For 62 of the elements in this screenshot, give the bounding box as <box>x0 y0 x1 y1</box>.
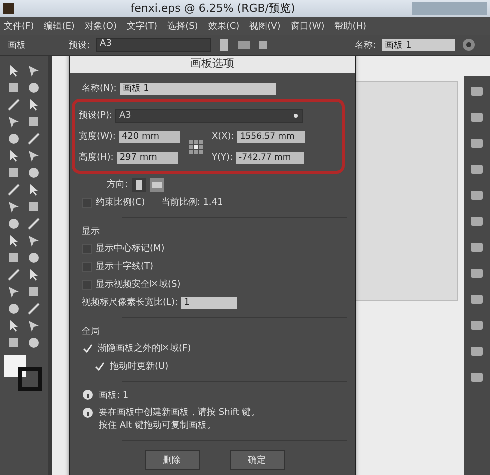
checkbox-label: 渐隐画板之外的区域(F) <box>98 342 192 355</box>
menu-item[interactable]: 视图(V) <box>250 20 281 32</box>
input-field[interactable]: 1556.57 mm <box>237 130 306 142</box>
landscape-icon[interactable] <box>150 178 164 192</box>
hint-text: 按住 Alt 键拖动可复制画板。 <box>99 420 217 433</box>
info-icon <box>82 407 94 419</box>
pixel-ratio-label: 视频标尺像素长宽比(L): <box>82 296 178 309</box>
y-label: Y(Y): <box>212 152 234 162</box>
name-label: 名称(N): <box>82 82 117 95</box>
caret-icon <box>293 112 300 118</box>
input-field[interactable]: 画板 1 <box>120 82 276 94</box>
tool-icon[interactable] <box>6 182 22 198</box>
menu-item[interactable]: 效果(C) <box>208 20 240 32</box>
height-label: 高度(H): <box>79 152 114 164</box>
orientation-label: 方向: <box>107 178 128 191</box>
tool-icon[interactable] <box>26 216 42 232</box>
menu-item[interactable]: 帮助(H) <box>334 20 367 32</box>
tool-icon[interactable] <box>6 96 22 112</box>
stroke-swatch[interactable] <box>18 367 42 391</box>
artboard-count: 画板: 1 <box>99 390 129 402</box>
dialog-button[interactable]: 删除 <box>144 450 200 470</box>
menu-item[interactable]: 选择(S) <box>168 20 198 32</box>
landscape-icon[interactable] <box>237 38 252 52</box>
checkbox-label: 约束比例(C) <box>96 196 146 209</box>
info-icon <box>82 389 94 401</box>
mode-label: 画板 <box>8 40 27 52</box>
dialog-title: 画板选项 <box>70 56 355 73</box>
section-heading: 全局 <box>82 326 101 338</box>
reference-point-icon[interactable] <box>188 139 204 155</box>
checkbox-label: 显示中心标记(M) <box>96 242 165 255</box>
menu-item[interactable]: 编辑(E) <box>44 20 75 32</box>
ratio-label: 当前比例: 1.41 <box>161 196 224 209</box>
menu-item[interactable]: 文字(T) <box>127 20 158 32</box>
hint-text: 要在画板中创建新画板，请按 Shift 键。 <box>99 407 260 420</box>
menu-item[interactable]: 对象(O) <box>84 20 118 32</box>
checkbox-label: 拖动时更新(U) <box>110 360 169 373</box>
window-title: fenxi.eps @ 6.25% (RGB/预览) <box>130 1 296 16</box>
menu-item[interactable]: 文件(F) <box>4 20 34 32</box>
width-label: 宽度(W): <box>79 130 116 143</box>
tool-icon[interactable] <box>26 300 42 316</box>
input-field[interactable]: -742.77 mm <box>236 152 304 164</box>
input-field[interactable]: 297 mm <box>116 152 178 164</box>
dialog-button[interactable]: 确定 <box>230 450 284 470</box>
options-icon[interactable] <box>461 37 478 53</box>
name-field[interactable]: 画板 1 <box>382 39 456 51</box>
input-field[interactable]: 420 mm <box>118 130 180 142</box>
preset-dropdown[interactable]: A3 <box>96 38 212 52</box>
page-icon[interactable] <box>257 38 270 52</box>
preset-dropdown[interactable]: A3 <box>115 108 304 122</box>
name-label: 名称: <box>355 40 376 52</box>
preset-label: 预设(P): <box>79 110 112 122</box>
app-logo-icon <box>3 3 14 14</box>
checkbox-label: 显示视频安全区域(S) <box>96 278 181 291</box>
tool-icon[interactable] <box>6 266 22 282</box>
x-label: X(X): <box>212 132 234 142</box>
preset-label: 预设: <box>69 40 90 52</box>
input-field[interactable]: 1 <box>181 296 238 308</box>
portrait-icon[interactable] <box>132 178 146 192</box>
section-heading: 显示 <box>82 226 101 238</box>
tool-icon[interactable] <box>26 130 42 146</box>
menu-item[interactable]: 窗口(W) <box>290 20 325 32</box>
checkbox-label: 显示十字线(T) <box>96 260 154 273</box>
